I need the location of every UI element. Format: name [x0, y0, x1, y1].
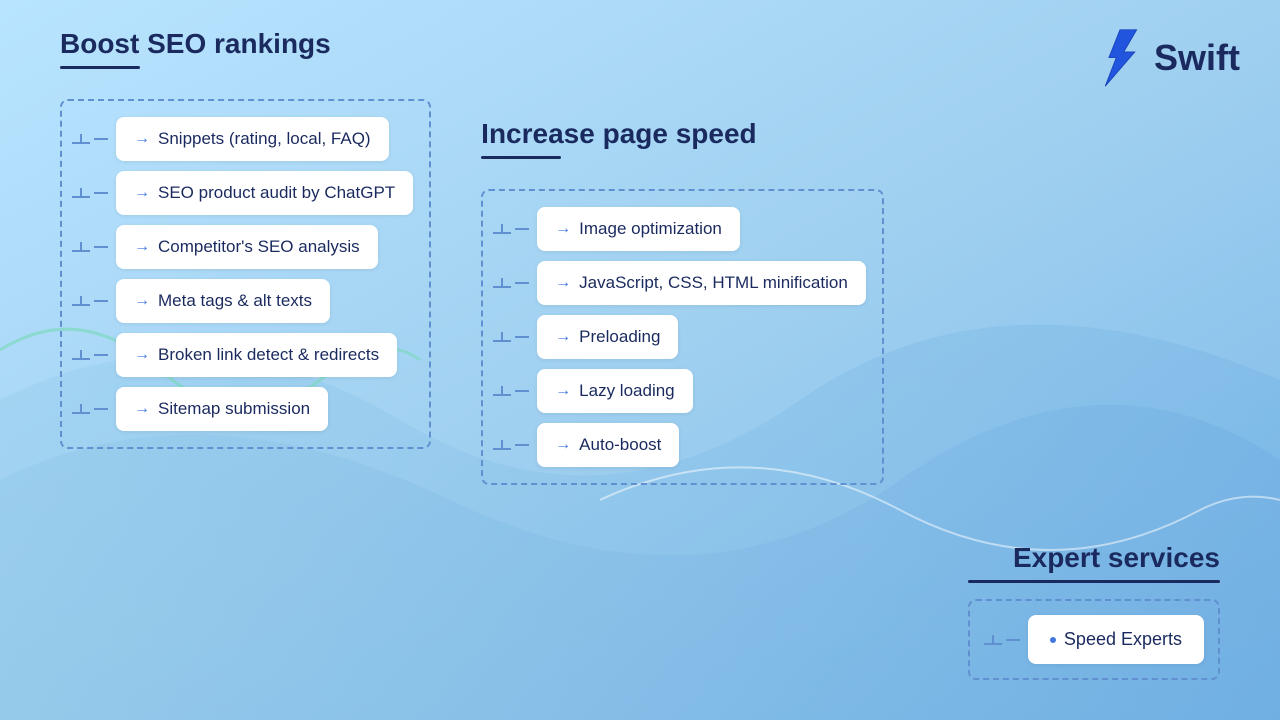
seo-items-box: → Snippets (rating, local, FAQ) → SEO pr…	[60, 99, 431, 449]
item-arrow-icon: →	[134, 130, 150, 148]
speed-title-underline	[481, 156, 561, 159]
connector	[72, 134, 108, 144]
item-box: → SEO product audit by ChatGPT	[116, 171, 413, 215]
item-box: → Preloading	[537, 315, 678, 359]
item-box: → Lazy loading	[537, 369, 692, 413]
item-label: Auto-boost	[579, 435, 661, 455]
item-box: → Broken link detect & redirects	[116, 333, 397, 377]
item-box: → Auto-boost	[537, 423, 679, 467]
list-item: Speed Experts	[984, 615, 1204, 664]
connector	[72, 188, 108, 198]
speed-title-row: Increase page speed	[481, 118, 884, 175]
speed-column: Increase page speed → Image optimization	[481, 118, 884, 485]
expert-items-box: Speed Experts	[968, 599, 1220, 680]
expert-title: Expert services	[1013, 542, 1220, 574]
connector	[493, 278, 529, 288]
item-label: Competitor's SEO analysis	[158, 237, 360, 257]
list-item: → Auto-boost	[493, 423, 866, 467]
list-item: → Competitor's SEO analysis	[72, 225, 413, 269]
connector	[493, 440, 529, 450]
connector	[984, 635, 1020, 645]
list-item: → Preloading	[493, 315, 866, 359]
connector	[72, 296, 108, 306]
item-label: Snippets (rating, local, FAQ)	[158, 129, 371, 149]
expert-title-underline	[968, 580, 1220, 583]
speed-title: Increase page speed	[481, 118, 756, 150]
item-label: JavaScript, CSS, HTML minification	[579, 273, 848, 293]
item-label: SEO product audit by ChatGPT	[158, 183, 395, 203]
item-label: Preloading	[579, 327, 660, 347]
item-arrow-icon: →	[555, 274, 571, 292]
connector	[493, 224, 529, 234]
item-arrow-icon: →	[134, 292, 150, 310]
speed-items-box: → Image optimization → JavaScript, CSS, …	[481, 189, 884, 485]
seo-column: Boost SEO rankings → Snippets (rating, l…	[60, 28, 431, 449]
seo-title-row: Boost SEO rankings	[60, 28, 431, 85]
item-arrow-icon: →	[555, 382, 571, 400]
expert-block: Expert services Speed Experts	[968, 542, 1220, 680]
item-label: Lazy loading	[579, 381, 674, 401]
list-item: → Broken link detect & redirects	[72, 333, 413, 377]
list-item: → Lazy loading	[493, 369, 866, 413]
item-arrow-icon: →	[134, 400, 150, 418]
connector	[72, 350, 108, 360]
item-arrow-icon: →	[134, 346, 150, 364]
item-label: Broken link detect & redirects	[158, 345, 379, 365]
item-label: Sitemap submission	[158, 399, 310, 419]
item-box: → Sitemap submission	[116, 387, 328, 431]
item-box: → Image optimization	[537, 207, 740, 251]
item-label: Meta tags & alt texts	[158, 291, 312, 311]
item-box: → Meta tags & alt texts	[116, 279, 330, 323]
item-arrow-icon: →	[134, 184, 150, 202]
list-item: → Sitemap submission	[72, 387, 413, 431]
list-item: → JavaScript, CSS, HTML minification	[493, 261, 866, 305]
list-item: → Snippets (rating, local, FAQ)	[72, 117, 413, 161]
connector	[72, 242, 108, 252]
connector	[493, 332, 529, 342]
expert-title-row: Expert services	[968, 542, 1220, 583]
list-item: → Image optimization	[493, 207, 866, 251]
item-arrow-icon: →	[555, 220, 571, 238]
expert-item-label: Speed Experts	[1064, 629, 1182, 650]
seo-title: Boost SEO rankings	[60, 28, 331, 60]
item-box: → JavaScript, CSS, HTML minification	[537, 261, 866, 305]
item-box: → Snippets (rating, local, FAQ)	[116, 117, 389, 161]
seo-title-underline	[60, 66, 140, 69]
expert-dot-icon	[1050, 637, 1056, 643]
item-label: Image optimization	[579, 219, 722, 239]
expert-item-box: Speed Experts	[1028, 615, 1204, 664]
item-box: → Competitor's SEO analysis	[116, 225, 378, 269]
connector	[72, 404, 108, 414]
list-item: → Meta tags & alt texts	[72, 279, 413, 323]
item-arrow-icon: →	[555, 436, 571, 454]
list-item: → SEO product audit by ChatGPT	[72, 171, 413, 215]
connector	[493, 386, 529, 396]
item-arrow-icon: →	[555, 328, 571, 346]
item-arrow-icon: →	[134, 238, 150, 256]
